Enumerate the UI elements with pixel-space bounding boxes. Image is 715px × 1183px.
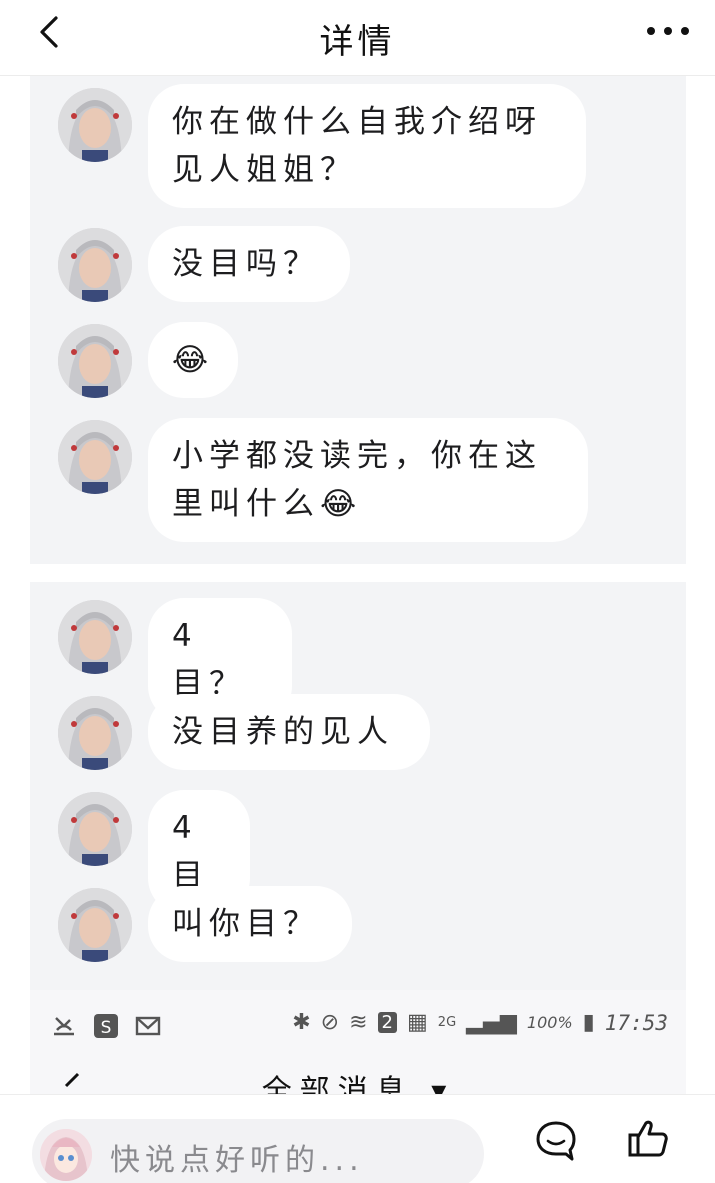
battery-icon: ▮ <box>582 1010 595 1035</box>
avatar <box>58 88 132 162</box>
status-bar-left: S <box>50 1012 162 1040</box>
comment-icon[interactable] <box>534 1119 578 1163</box>
input-placeholder: 快说点好听的... <box>110 1143 364 1178</box>
battery-percent: 100% <box>526 1013 573 1032</box>
bluetooth-icon: ✱ <box>292 1010 311 1035</box>
avatar <box>58 696 132 770</box>
status-bar-right: ✱ ⊘ ≋ 2 ▦ 2G ▂▄▆ 100% ▮ 17:53 <box>292 1010 668 1035</box>
message-bubble: 没目养的见人 <box>148 694 430 770</box>
sim-indicator: 2 <box>377 1012 397 1033</box>
thumbs-up-icon[interactable] <box>626 1117 670 1161</box>
app-notification-icon: S <box>94 1014 118 1038</box>
avatar <box>58 792 132 866</box>
message-bubble: 你在做什么自我介绍呀 见人姐姐？ <box>148 84 586 208</box>
screenshot-title: 全部消息 ▾ <box>261 1074 455 1094</box>
status-time: 17:53 <box>604 1010 668 1035</box>
svg-text:S: S <box>101 1018 112 1038</box>
page-title: 详情 <box>319 22 396 62</box>
user-avatar <box>40 1129 92 1181</box>
missed-call-icon <box>54 1017 74 1036</box>
network-type: 2G <box>437 1015 457 1030</box>
avatar <box>58 324 132 398</box>
bottom-action-bar: 快说点好听的... <box>0 1094 715 1183</box>
vibrate-icon: ⊘ <box>320 1010 340 1035</box>
message-bubble: 没目吗？ <box>148 226 350 302</box>
wifi-icon: ≋ <box>349 1010 368 1035</box>
chat-screenshot-2: 4目？ 没目养的见人 4目 叫你目？ <box>30 582 686 990</box>
message-bubble: 叫你目？ <box>148 886 352 962</box>
mail-icon <box>135 1016 161 1036</box>
avatar <box>58 600 132 674</box>
avatar <box>58 888 132 962</box>
top-bar: 详情 <box>0 0 715 76</box>
more-horizontal-icon[interactable] <box>643 16 693 46</box>
comment-input[interactable]: 快说点好听的... <box>32 1119 484 1183</box>
signal-icon: ▂▄▆ <box>466 1010 517 1035</box>
avatar <box>58 228 132 302</box>
sim-card-icon: ▦ <box>407 1010 428 1035</box>
avatar <box>58 420 132 494</box>
chat-screenshot-1: 你在做什么自我介绍呀 见人姐姐？ 没目吗？ 😂 小学都没读完，你在这 里叫什么😂 <box>30 76 686 564</box>
emoji-bubble: 😂 <box>148 322 238 398</box>
chat-screenshot-3: S ✱ ⊘ ≋ 2 ▦ 2G ▂▄▆ 100% ▮ 17:53 全部消息 ▾ <box>30 990 686 1094</box>
message-bubble: 小学都没读完，你在这 里叫什么😂 <box>148 418 588 542</box>
